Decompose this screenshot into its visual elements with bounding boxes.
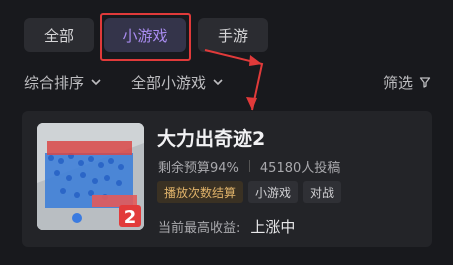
budget-text: 剩余预算94% (158, 160, 239, 176)
earning-row: 当前最高收益: 上涨中 (158, 216, 295, 237)
earning-label: 当前最高收益: (158, 221, 241, 236)
svg-text:2: 2 (124, 207, 137, 228)
game-cover-image: 2 (37, 123, 144, 230)
game-title: 大力出奇迹2 (157, 128, 266, 150)
sort-label: 综合排序 (24, 73, 85, 92)
category-label: 全部小游戏 (131, 73, 207, 92)
tag-settlement: 播放次数结算 (157, 181, 244, 203)
tag-list: 播放次数结算 小游戏 对战 (157, 181, 342, 203)
game-thumbnail[interactable]: 2 (37, 123, 144, 230)
tag-mini-game: 小游戏 (248, 181, 299, 203)
submissions-text: 45180人投稿 (259, 160, 341, 176)
category-dropdown[interactable]: 全部小游戏 (131, 71, 224, 93)
filter-label: 筛选 (382, 73, 413, 92)
earning-value: 上涨中 (250, 218, 296, 236)
funnel-icon (419, 77, 431, 88)
chevron-down-icon (213, 79, 223, 86)
chevron-down-icon (91, 79, 101, 86)
sort-dropdown[interactable]: 综合排序 (24, 71, 102, 93)
tag-battle: 对战 (303, 181, 342, 203)
stats-divider (248, 160, 250, 172)
game-stats: 剩余预算94% 45180人投稿 (158, 157, 341, 176)
filter-button[interactable]: 筛选 (383, 71, 431, 93)
